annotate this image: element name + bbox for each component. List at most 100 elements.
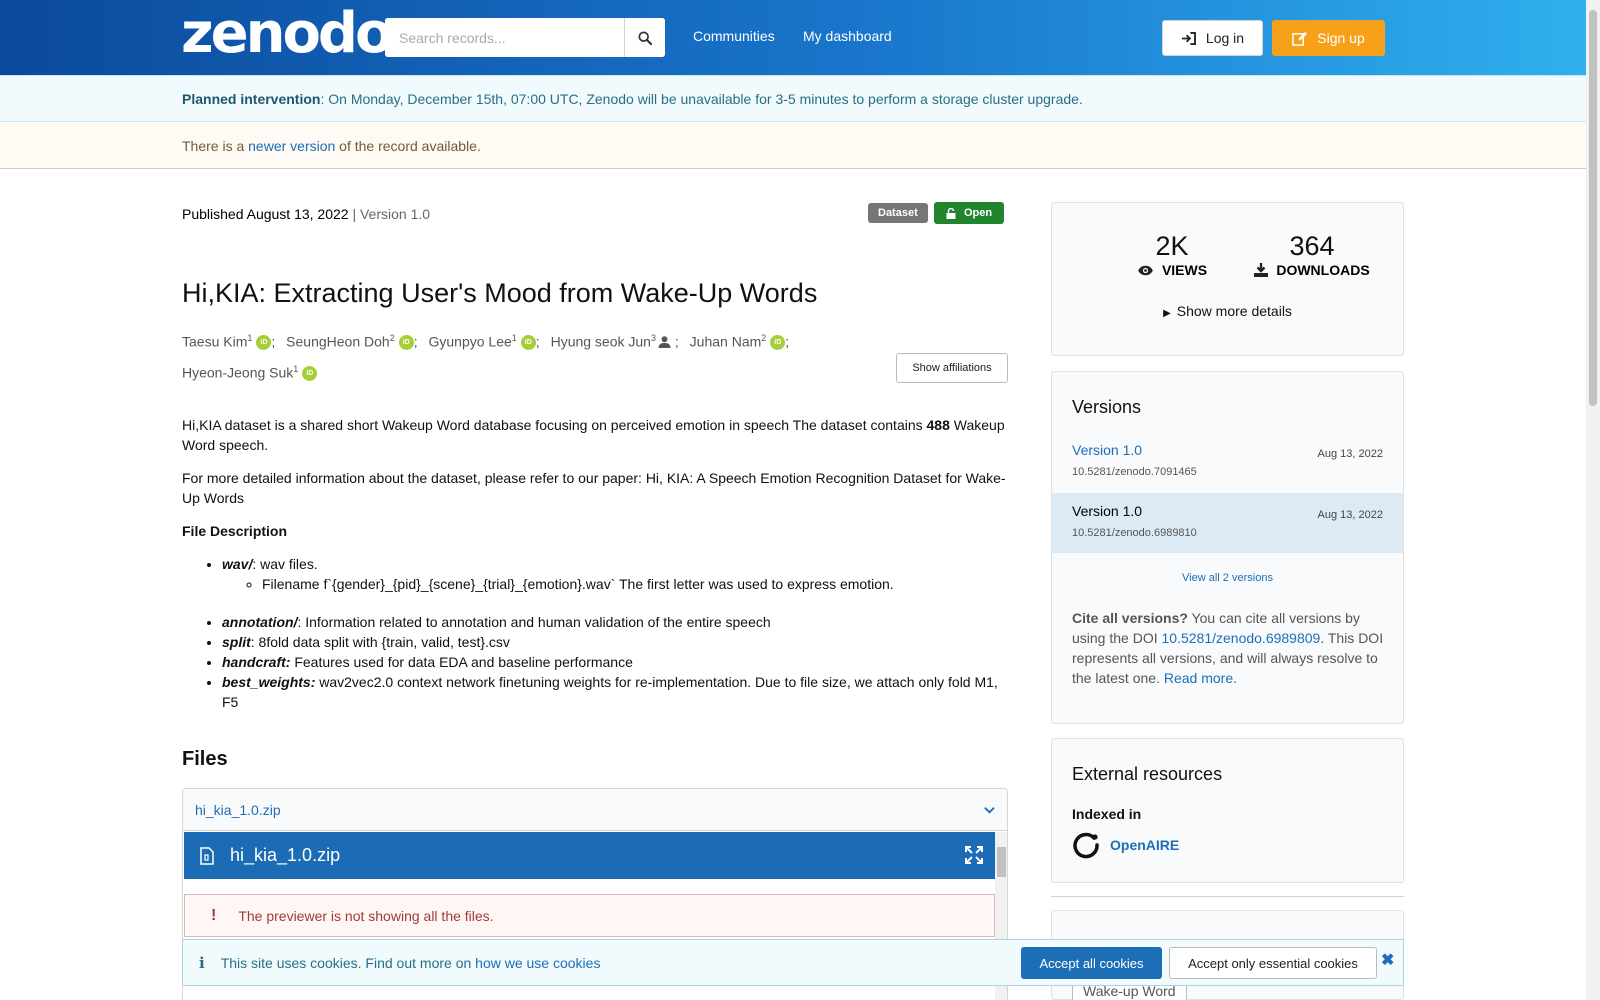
caret-right-icon: ▶: [1163, 308, 1171, 319]
record-title: Hi,KIA: Extracting User's Mood from Wake…: [182, 278, 818, 308]
file-description-heading: File Description: [182, 523, 288, 539]
author[interactable]: Hyeon-Jeong Suk1 iD: [182, 356, 318, 387]
openaire-icon: [1073, 832, 1099, 859]
search-input[interactable]: [385, 18, 624, 57]
version-item-current[interactable]: Version 1.0 Aug 13, 2022 10.5281/zenodo.…: [1052, 493, 1403, 553]
orcid-icon[interactable]: iD: [256, 335, 272, 351]
intervention-label: Planned intervention: [182, 91, 321, 107]
chevron-down-icon: [984, 806, 995, 814]
accordion-file-name: hi_kia_1.0.zip: [195, 801, 281, 818]
author[interactable]: Juhan Nam2 iD;: [689, 325, 789, 356]
orcid-icon[interactable]: iD: [302, 366, 318, 382]
access-badge[interactable]: Open: [934, 202, 1004, 224]
login-label: Log in: [1205, 30, 1245, 46]
orcid-icon[interactable]: iD: [770, 335, 786, 351]
read-more-link[interactable]: Read more.: [1164, 670, 1237, 686]
download-icon: [1254, 263, 1269, 277]
info-icon: i: [199, 953, 205, 972]
views-label-row: VIEWS: [1112, 262, 1232, 278]
login-button[interactable]: Log in: [1162, 20, 1263, 56]
openaire-label: OpenAIRE: [1110, 837, 1180, 853]
version-date: Aug 13, 2022: [1317, 509, 1383, 521]
accept-all-cookies-button[interactable]: Accept all cookies: [1021, 947, 1162, 979]
access-label: Open: [963, 207, 993, 219]
version-doi: 10.5281/zenodo.6989810: [1072, 527, 1197, 539]
sidebar-divider: [1051, 896, 1404, 897]
author-name: Hyeon-Jeong Suk: [182, 364, 294, 381]
versions-heading: Versions: [1072, 397, 1142, 417]
previewer-warning: ! The previewer is not showing all the f…: [184, 894, 995, 937]
newer-version-link[interactable]: newer version: [248, 138, 335, 154]
versions-card: Versions Version 1.0 Aug 13, 2022 10.528…: [1051, 371, 1404, 724]
file-accordion-toggle[interactable]: hi_kia_1.0.zip: [183, 789, 1007, 831]
author[interactable]: Gyunpyo Lee1 iD;: [428, 325, 540, 356]
eye-icon: [1138, 265, 1153, 275]
signup-label: Sign up: [1317, 30, 1365, 46]
show-more-details-toggle[interactable]: ▶ Show more details: [1052, 303, 1403, 319]
cite-label: Cite all versions?: [1072, 610, 1188, 626]
resource-type-badge[interactable]: Dataset: [868, 203, 928, 223]
file-archive-icon: [200, 846, 214, 865]
page-scrollbar[interactable]: [1586, 0, 1600, 1000]
author-name: Hyung seok Jun: [550, 333, 651, 350]
affiliation-number: 3: [650, 333, 656, 343]
close-icon[interactable]: ✖: [1381, 950, 1394, 970]
show-affiliations-button[interactable]: Show affiliations: [896, 353, 1008, 383]
files-heading: Files: [182, 748, 228, 770]
signup-button[interactable]: Sign up: [1272, 20, 1385, 56]
record-description: Hi,KIA dataset is a shared short Wakeup …: [182, 415, 1008, 712]
author[interactable]: Taesu Kim1 iD;: [182, 325, 275, 356]
expand-icon[interactable]: [965, 846, 983, 864]
search-button[interactable]: [624, 18, 665, 57]
downloads-label: DOWNLOADS: [1276, 262, 1370, 278]
previewer-warning-text: The previewer is not showing all the fil…: [238, 907, 494, 924]
affiliation-number: 1: [293, 363, 299, 374]
list-item: handcraft: Features used for data EDA an…: [222, 652, 1008, 672]
more-details-label: Show more details: [1176, 303, 1292, 319]
version-item[interactable]: Version 1.0 Aug 13, 2022 10.5281/zenodo.…: [1052, 432, 1403, 492]
person-icon: [658, 335, 671, 348]
cookie-banner: i This site uses cookies. Find out more …: [182, 939, 1404, 986]
stats-card: 2K VIEWS 364 DOWNLOADS ▶ Show more detail…: [1051, 202, 1404, 356]
author[interactable]: SeungHeon Doh2 iD;: [286, 325, 418, 356]
record-version: | Version 1.0: [348, 206, 431, 222]
scrollbar-thumb[interactable]: [997, 847, 1006, 877]
cite-all-versions: Cite all versions? You can cite all vers…: [1072, 608, 1386, 688]
list-item: annotation/: Information related to anno…: [222, 612, 1008, 632]
orcid-icon[interactable]: iD: [398, 335, 414, 351]
exclamation-icon: !: [211, 906, 217, 924]
orcid-icon[interactable]: iD: [520, 335, 536, 351]
nav-my-dashboard[interactable]: My dashboard: [803, 28, 892, 44]
accept-essential-cookies-button[interactable]: Accept only essential cookies: [1169, 947, 1377, 979]
site-header: zenodo Communities My dashboard Log in S…: [0, 0, 1586, 75]
version-date: Aug 13, 2022: [1317, 448, 1383, 460]
newer-version-banner: There is a newer version of the record a…: [0, 122, 1586, 169]
nav-communities[interactable]: Communities: [693, 28, 775, 44]
view-all-versions-link[interactable]: View all 2 versions: [1052, 572, 1403, 584]
author-name: Juhan Nam: [689, 333, 762, 350]
views-count: 2K: [1155, 231, 1189, 261]
zenodo-logo[interactable]: zenodo: [181, 6, 393, 62]
search-bar: [385, 18, 665, 57]
unlock-icon: [946, 207, 956, 219]
newer-pre: There is a: [182, 138, 249, 154]
author[interactable]: Hyung seok Jun3 ;: [551, 325, 679, 356]
concept-doi-link[interactable]: 10.5281/zenodo.6989809: [1162, 630, 1321, 646]
views-stat: 2K VIEWS: [1112, 231, 1232, 278]
version-link[interactable]: Version 1.0: [1072, 442, 1142, 458]
page-scrollbar-thumb[interactable]: [1589, 10, 1597, 406]
external-resources-heading: External resources: [1072, 764, 1223, 784]
publication-info: Published August 13, 2022 | Version 1.0: [182, 206, 430, 222]
desc-count: 488: [926, 417, 950, 433]
edit-icon: [1292, 31, 1308, 46]
intervention-text: : On Monday, December 15th, 07:00 UTC, Z…: [320, 91, 1083, 107]
list-item: best_weights: wav2vec2.0 context network…: [222, 672, 1008, 712]
file-description-list: wav/: wav files. Filename f`{gender}_{pi…: [222, 554, 1008, 712]
openaire-link[interactable]: OpenAIRE: [1072, 831, 1179, 859]
newer-post: of the record available.: [335, 138, 481, 154]
affiliation-number: 2: [389, 333, 395, 343]
downloads-stat: 364 DOWNLOADS: [1242, 231, 1382, 278]
external-resources-card: External resources Indexed in OpenAIRE: [1051, 738, 1404, 883]
cookie-policy-link[interactable]: how we use cookies: [475, 955, 600, 971]
description-paragraph: Hi,KIA dataset is a shared short Wakeup …: [182, 415, 1008, 455]
